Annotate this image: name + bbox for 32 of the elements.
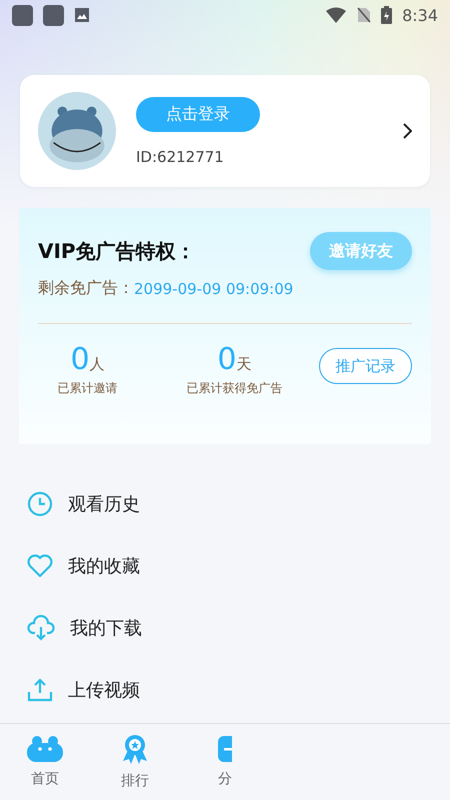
wifi-icon	[325, 7, 348, 23]
stat-label: 已累计邀请	[58, 380, 118, 397]
menu-item[interactable]: 上传视频	[68, 678, 140, 702]
cloud-download-icon	[27, 615, 55, 641]
no-sim-icon	[357, 7, 372, 23]
chevron-right-icon	[402, 123, 412, 139]
stat-value: 0	[217, 344, 236, 376]
stat-unit: 天	[236, 355, 252, 374]
upload-icon	[27, 677, 53, 703]
stat-unit: 人	[90, 355, 105, 374]
profile-card[interactable]: 点击登录 ID:6212771	[20, 75, 430, 187]
tab[interactable]: 分	[180, 724, 270, 800]
menu-item[interactable]: 我的收藏	[68, 554, 140, 578]
menu-item[interactable]: 观看历史	[68, 492, 140, 516]
menu-item[interactable]: 我的下载	[70, 616, 142, 640]
award-ribbon-icon	[120, 734, 150, 764]
image-icon	[74, 7, 90, 23]
stat-label: 已累计获得免广告	[186, 380, 282, 397]
notification-icon	[43, 4, 64, 26]
notification-icon	[12, 4, 33, 26]
user-id: ID:6212771	[136, 148, 224, 166]
battery-icon	[381, 6, 392, 24]
clock-icon	[27, 491, 53, 517]
remaining-label: 剩余免广告：	[38, 278, 134, 299]
heart-icon	[27, 554, 53, 578]
hippo-icon	[27, 736, 63, 762]
clock-time: 8:34	[402, 6, 438, 24]
tab[interactable]: 排行	[90, 724, 180, 800]
remaining-date: 2099-09-09 09:09:09	[134, 280, 294, 298]
vip-title: VIP免广告特权：	[38, 238, 196, 264]
stat-value: 0	[70, 344, 90, 376]
tab[interactable]: 首页	[0, 724, 90, 800]
